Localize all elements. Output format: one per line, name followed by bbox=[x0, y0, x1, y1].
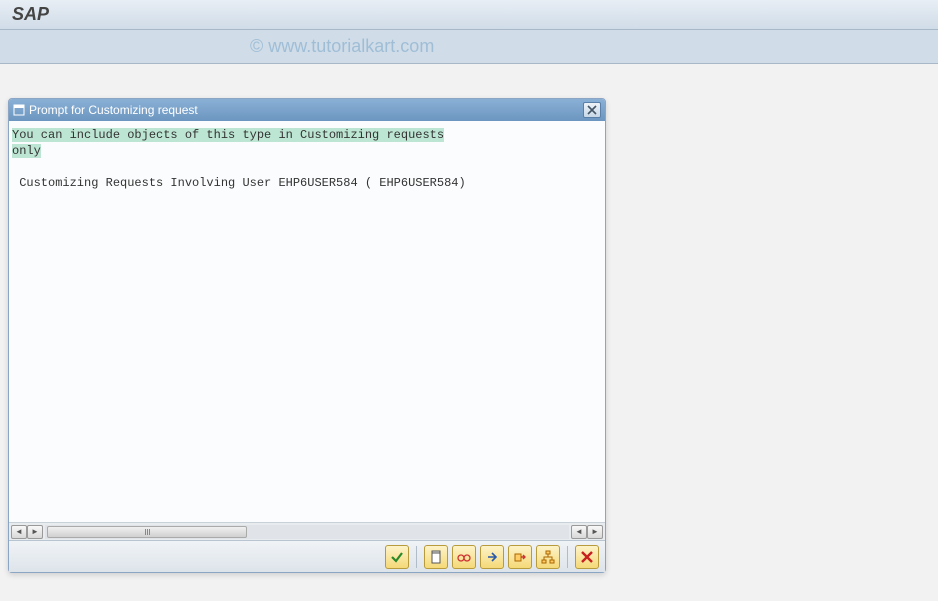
own-requests-button[interactable] bbox=[452, 545, 476, 569]
hierarchy-icon bbox=[541, 550, 555, 564]
blank-line bbox=[12, 159, 602, 175]
create-request-button[interactable] bbox=[424, 545, 448, 569]
horizontal-scrollbar[interactable]: ◄ ► ◄ ► bbox=[9, 522, 605, 540]
accept-button[interactable] bbox=[385, 545, 409, 569]
scroll-track[interactable] bbox=[45, 525, 569, 539]
scroll-left-button[interactable]: ◄ bbox=[11, 525, 27, 539]
box-arrow-icon bbox=[513, 550, 527, 564]
dialog-title: Prompt for Customizing request bbox=[29, 103, 583, 117]
dialog-toolbar bbox=[9, 540, 605, 572]
separator bbox=[416, 546, 417, 568]
cancel-icon bbox=[580, 550, 594, 564]
close-icon bbox=[587, 105, 597, 115]
info-message-line2: only bbox=[12, 144, 41, 158]
arrow-right-icon bbox=[485, 550, 499, 564]
close-button[interactable] bbox=[583, 102, 601, 118]
next-button[interactable] bbox=[480, 545, 504, 569]
dialog-content: You can include objects of this type in … bbox=[9, 121, 605, 522]
glasses-icon bbox=[457, 550, 471, 564]
requests-list-header: Customizing Requests Involving User EHP6… bbox=[12, 175, 602, 191]
app-header: SAP bbox=[0, 0, 938, 30]
app-title: SAP bbox=[12, 4, 49, 25]
check-icon bbox=[390, 550, 404, 564]
scroll-right-end-button[interactable]: ► bbox=[587, 525, 603, 539]
last-button[interactable] bbox=[508, 545, 532, 569]
tree-button[interactable] bbox=[536, 545, 560, 569]
document-icon bbox=[429, 550, 443, 564]
cancel-button[interactable] bbox=[575, 545, 599, 569]
watermark-text: © www.tutorialkart.com bbox=[250, 36, 434, 57]
scroll-left-end-button[interactable]: ◄ bbox=[571, 525, 587, 539]
dialog-titlebar[interactable]: Prompt for Customizing request bbox=[9, 99, 605, 121]
scroll-right-button[interactable]: ► bbox=[27, 525, 43, 539]
subheader: © www.tutorialkart.com bbox=[0, 30, 938, 64]
window-icon bbox=[13, 104, 25, 116]
scroll-thumb[interactable] bbox=[47, 526, 247, 538]
customizing-request-dialog: Prompt for Customizing request You can i… bbox=[8, 98, 606, 573]
info-message-line1: You can include objects of this type in … bbox=[12, 128, 444, 142]
separator bbox=[567, 546, 568, 568]
